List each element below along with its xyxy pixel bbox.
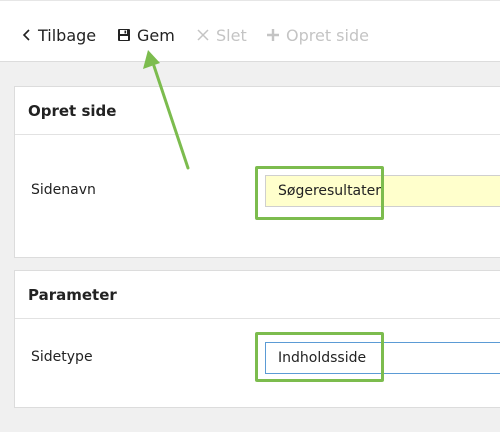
annotation-arrow [143,50,190,170]
